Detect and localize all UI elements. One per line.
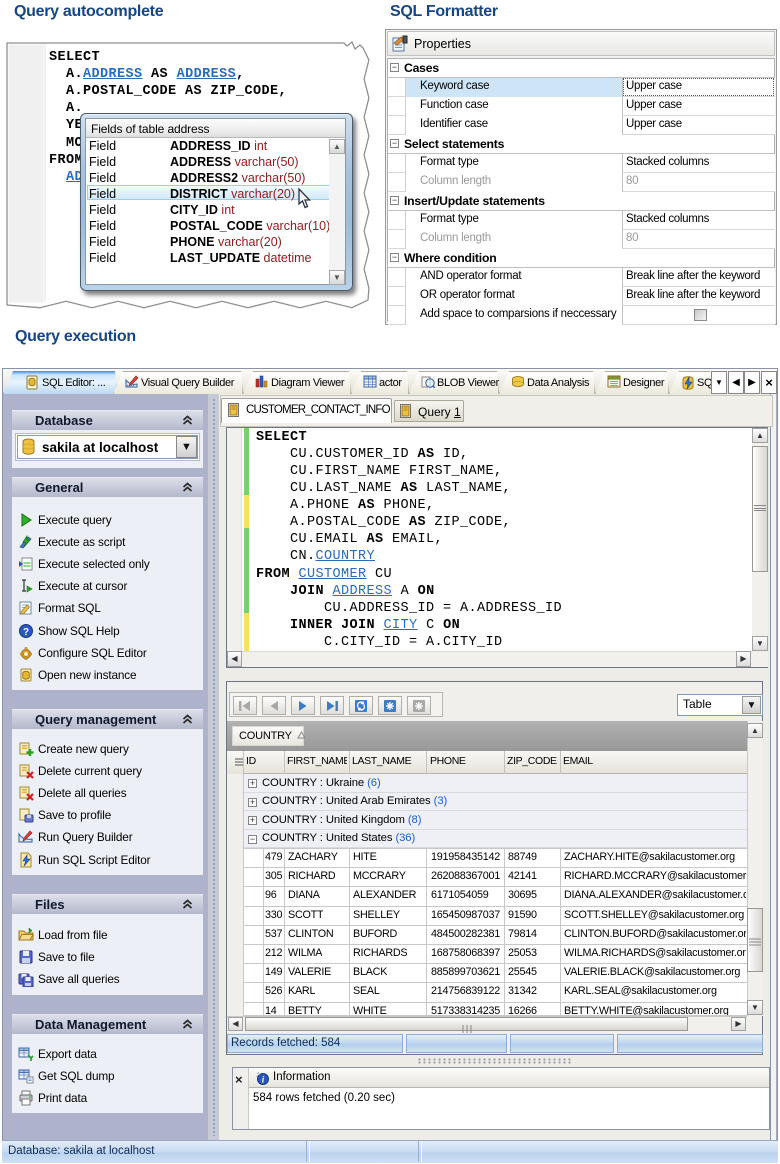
svg-text:?: ?: [23, 627, 29, 638]
